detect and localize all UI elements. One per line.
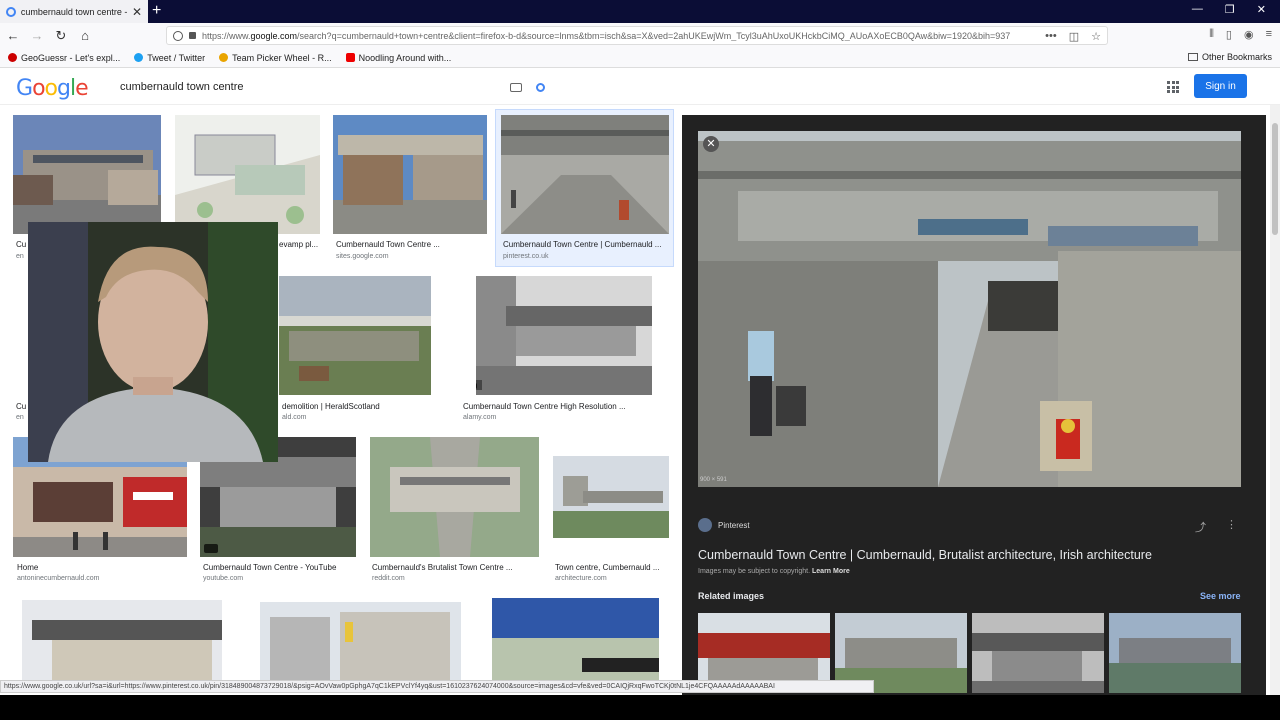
preview-image[interactable] [698,131,1241,487]
result-caption[interactable]: Cumbernauld's Brutalist Town Centre ... [372,563,513,572]
image-dimensions: 900 × 591 [700,477,727,483]
result-caption[interactable]: demolition | HeraldScotland [282,402,380,411]
result-source: youtube.com [203,575,244,582]
tab-bar: cumbernauld town centre - Go ✕ + — ❐ ✕ [0,0,1280,23]
info-icon[interactable] [173,30,183,41]
close-preview-button[interactable]: ✕ [703,136,719,152]
result-image[interactable] [370,437,539,557]
result-image[interactable] [492,598,659,680]
window-close-icon[interactable]: ✕ [1257,3,1266,16]
copyright-notice: Images may be subject to copyright. Lear… [698,568,850,575]
page-scrollbar[interactable] [1270,105,1280,695]
sidebar-icon[interactable]: ▯ [1226,28,1232,41]
result-image[interactable] [553,456,669,538]
preview-source[interactable]: Pinterest [698,518,750,532]
forward-icon[interactable]: → [26,28,48,43]
pinterest-icon [698,518,712,532]
result-caption[interactable]: evamp pl... [279,240,318,249]
lock-icon[interactable] [189,32,196,39]
bookmarks-bar: GeoGuessr - Let's expl... Tweet / Twitte… [0,48,1280,68]
result-source: pinterest.co.uk [503,253,549,260]
related-image[interactable] [972,613,1104,693]
nav-bar: ← → ↻ ⌂ https://www.google.com/search?q=… [0,23,1280,48]
video-play-icon [204,544,218,553]
other-bookmarks[interactable]: Other Bookmarks [1187,52,1272,62]
result-source: antoninecumbernauld.com [17,575,100,582]
minimize-icon[interactable]: — [1192,3,1203,16]
scrollbar-thumb[interactable] [1272,123,1278,235]
result-caption[interactable]: Cumbernauld Town Centre - YouTube [203,563,336,572]
webcam-overlay [28,222,278,462]
address-bar[interactable]: https://www.google.com/search?q=cumberna… [166,26,1108,45]
google-favicon-icon [6,6,16,17]
google-header: Google cumbernauld town centre Sign in [0,69,1280,105]
url-text: https://www.google.com/search?q=cumberna… [202,30,1011,41]
apps-icon[interactable] [1167,81,1179,93]
camera-icon[interactable] [510,82,522,92]
result-image[interactable] [22,600,222,680]
bookmark-noodling[interactable]: Noodling Around with... [345,53,451,63]
related-images-heading: Related images [698,591,765,601]
result-source: en [16,253,24,260]
account-icon[interactable]: ◉ [1244,28,1254,41]
bookmark-star-icon[interactable]: ☆ [1091,30,1101,43]
close-tab-icon[interactable]: ✕ [132,5,142,19]
twitter-icon [134,53,144,62]
geoguessr-icon [8,53,17,62]
result-caption[interactable]: Cu [16,402,26,411]
folder-icon [1187,53,1198,61]
preview-title[interactable]: Cumbernauld Town Centre | Cumbernauld, B… [698,548,1152,562]
pocket-icon[interactable]: ◫ [1069,30,1079,43]
bookmark-picker-wheel[interactable]: Team Picker Wheel - R... [219,53,332,63]
result-image[interactable] [260,602,461,680]
result-image[interactable] [476,276,652,395]
reload-icon[interactable]: ↻ [50,28,72,44]
related-image[interactable] [1109,613,1241,693]
result-caption[interactable]: Cumbernauld Town Centre ... [336,240,440,249]
menu-icon[interactable]: ≡ [1266,28,1272,41]
result-image[interactable] [501,115,669,234]
result-source: ald.com [282,414,307,421]
result-caption[interactable]: Cu [16,240,26,249]
learn-more-link[interactable]: Learn More [812,568,850,575]
browser-tab[interactable]: cumbernauld town centre - Go ✕ [0,0,148,23]
image-preview-panel: ✕ 900 × 591 Pinterest ⤴ ⋮ Cumbernauld To… [682,115,1266,695]
youtube-icon [345,53,355,62]
page-actions-icon[interactable]: ••• [1045,30,1057,43]
back-icon[interactable]: ← [2,28,24,43]
bookmark-twitter[interactable]: Tweet / Twitter [134,53,205,63]
bookmark-geoguessr[interactable]: GeoGuessr - Let's expl... [8,53,120,63]
more-options-icon[interactable]: ⋮ [1226,518,1237,531]
home-icon[interactable]: ⌂ [74,28,96,43]
result-source: alamy.com [463,414,497,421]
result-source: reddit.com [372,575,405,582]
result-caption[interactable]: Cumbernauld Town Centre | Cumbernauld ..… [503,240,661,249]
tab-title: cumbernauld town centre - Go [20,6,130,17]
google-logo[interactable]: Google [16,76,89,101]
new-tab-icon[interactable]: + [152,2,161,20]
result-caption[interactable]: Cumbernauld Town Centre High Resolution … [463,402,626,411]
wheel-icon [219,53,229,62]
result-source: architecture.com [555,575,607,582]
result-image[interactable] [175,115,320,234]
search-input[interactable]: cumbernauld town centre [120,81,510,93]
result-source: sites.google.com [336,253,389,260]
result-image[interactable] [279,276,431,395]
result-caption[interactable]: Home [17,563,38,572]
share-icon[interactable]: ⤴ [1195,519,1206,535]
library-icon[interactable]: ⫴ [1209,28,1214,41]
search-box[interactable]: cumbernauld town centre [108,73,566,101]
bottom-letterbox [0,695,1280,720]
restore-icon[interactable]: ❐ [1225,3,1235,16]
result-image[interactable] [333,115,487,234]
status-bar-url: https://www.google.co.uk/url?sa=i&url=ht… [0,680,874,693]
sign-in-button[interactable]: Sign in [1194,74,1247,98]
result-image[interactable] [13,115,161,234]
result-source: en [16,414,24,421]
search-icon[interactable] [536,82,545,92]
see-more-link[interactable]: See more [1200,591,1241,601]
result-caption[interactable]: Town centre, Cumbernauld ... [555,563,660,572]
